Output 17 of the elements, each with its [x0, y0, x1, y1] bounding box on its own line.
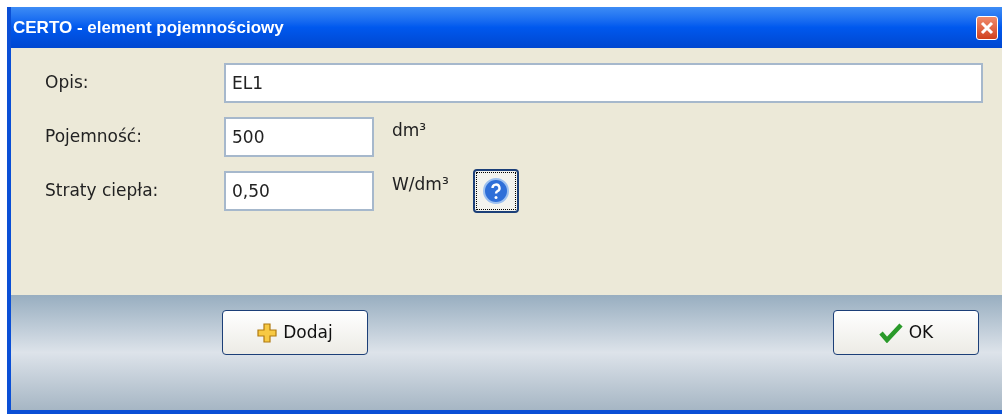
- help-icon: [482, 178, 509, 204]
- add-button[interactable]: Dodaj: [222, 310, 368, 355]
- plus-icon: [257, 322, 278, 343]
- text-field[interactable]: EL1: [224, 63, 983, 103]
- close-icon: [980, 20, 994, 35]
- close-button[interactable]: [976, 15, 998, 40]
- ok-button[interactable]: OK: [833, 310, 979, 355]
- text-field[interactable]: 0,50: [224, 171, 374, 211]
- help-button[interactable]: [472, 169, 519, 213]
- window-title: CERTO - element pojemnościowy: [13, 16, 284, 39]
- text-field[interactable]: 500: [224, 117, 374, 157]
- field-label: Pojemność:: [45, 125, 143, 149]
- field-label: Straty ciepła:: [45, 179, 160, 203]
- checkmark-icon: [878, 322, 903, 343]
- field-label: Opis:: [45, 71, 90, 95]
- unit-label: dm³: [392, 119, 427, 143]
- unit-label: W/dm³: [392, 173, 449, 197]
